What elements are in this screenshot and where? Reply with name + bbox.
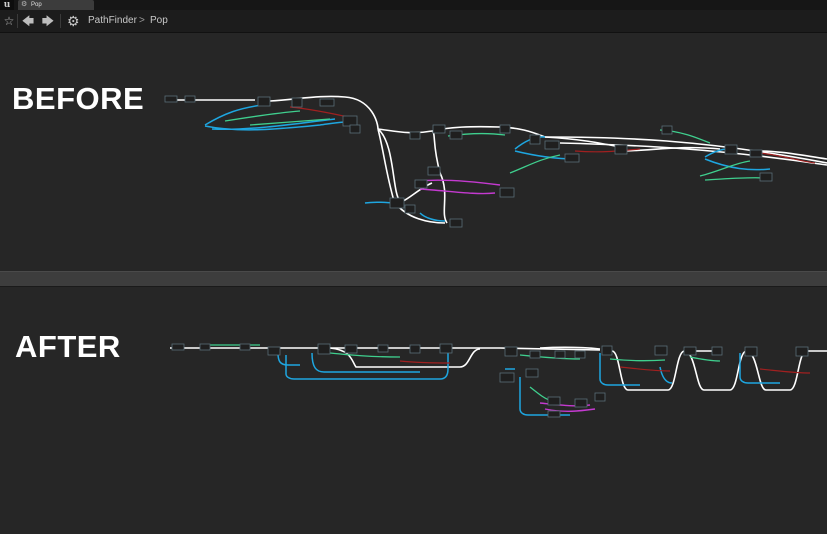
panel-divider [0,271,827,287]
gear-icon: ⚙ [21,1,28,8]
gear-icon: ⚙ [67,13,80,29]
star-icon[interactable]: ☆ [2,13,16,29]
breadcrumb-pathfinder[interactable]: PathFinder [88,13,137,29]
breadcrumb-pop[interactable]: Pop [150,13,168,29]
blueprint-graph-before[interactable] [0,33,827,271]
float-wires [224,110,766,181]
unreal-logo: u [0,0,14,10]
graph-nodes[interactable] [171,343,809,418]
tab-pop[interactable]: ⚙ Pop [18,0,94,10]
breadcrumb-separator: > [139,15,145,26]
bool-wires [289,106,816,164]
blueprint-graph-after[interactable] [0,287,827,534]
breadcrumb-toolbar: ☆ 🡄 🡆 ⚙ PathFinder > Pop [0,10,827,33]
graph-panel-after[interactable]: AFTER [0,287,827,534]
toolbar-divider [17,14,18,28]
editor-tab-bar: u ⚙ Pop [0,0,827,10]
arrow-right-icon[interactable]: 🡆 [41,13,55,29]
struct-wires [417,179,501,195]
graph-panel-before[interactable]: BEFORE [0,33,827,271]
arrow-left-icon[interactable]: 🡄 [21,13,35,29]
toolbar-divider [60,14,61,28]
tab-title: Pop [31,2,42,8]
